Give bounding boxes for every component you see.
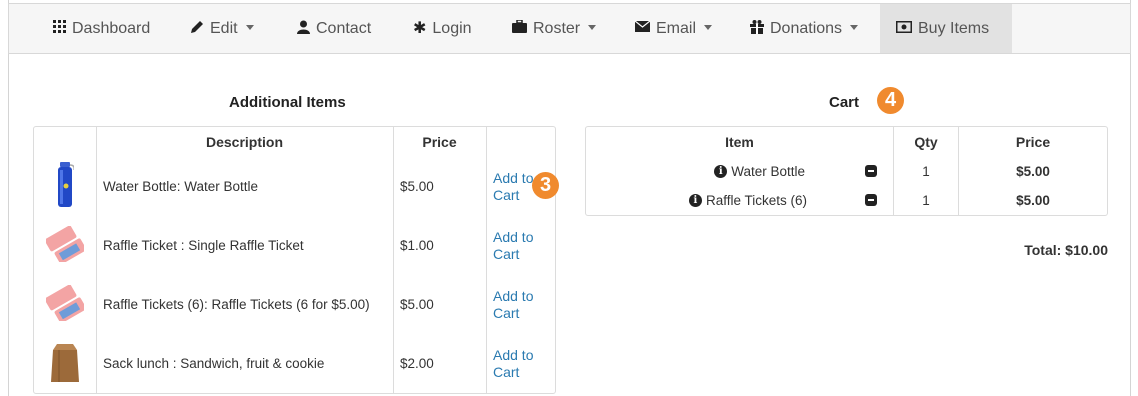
item-price: $1.00	[393, 216, 486, 275]
cart-item-name: Water Bottle	[731, 164, 805, 179]
item-description: Raffle Tickets (6): Raffle Tickets (6 fo…	[96, 275, 393, 334]
nav-email[interactable]: Email	[635, 4, 713, 53]
cart-header-row: Item Qty Price	[586, 127, 1107, 157]
cart-item-cell: i Raffle Tickets (6)	[586, 186, 893, 215]
chevron-down-icon	[245, 25, 254, 31]
grid-icon	[53, 20, 66, 34]
chevron-down-icon	[850, 25, 859, 31]
cart-row: i Raffle Tickets (6) 1 $5.00	[586, 186, 1107, 215]
raffle-ticket-image	[34, 216, 96, 275]
cart-row: i Water Bottle 1 $5.00	[586, 157, 1107, 186]
table-row: Water Bottle: Water Bottle $5.00 Add to …	[34, 157, 555, 216]
pencil-icon	[191, 20, 203, 33]
item-description: Raffle Ticket : Single Raffle Ticket	[96, 216, 393, 275]
remove-item-button[interactable]	[865, 165, 877, 178]
table-row: Raffle Tickets (6): Raffle Tickets (6 fo…	[34, 275, 555, 334]
additional-items-table: Description Price Water Bottle: Water Bo…	[33, 126, 556, 394]
image-header	[34, 127, 96, 157]
cart-title: Cart	[829, 94, 860, 111]
nav-login-label: Login	[432, 20, 472, 37]
chevron-down-icon	[704, 25, 713, 31]
nav-email-label: Email	[656, 20, 697, 37]
item-description: Sack lunch : Sandwich, fruit & cookie	[96, 334, 393, 393]
nav-buy-items-label: Buy Items	[918, 20, 990, 37]
add-to-cart-link[interactable]: Add to Cart	[493, 347, 548, 381]
table-row: Sack lunch : Sandwich, fruit & cookie $2…	[34, 334, 555, 393]
add-to-cart-cell: Add to Cart	[486, 216, 555, 275]
cart-item-name: Raffle Tickets (6)	[705, 193, 807, 208]
cart-item-price: $5.00	[958, 157, 1107, 186]
sack-lunch-image	[34, 334, 96, 393]
nav-login[interactable]: ✱ Login	[413, 4, 472, 53]
cart-table: Item Qty Price i Water Bottle 1 $5.00 i Ra…	[585, 126, 1108, 216]
nav-donations[interactable]: Donations	[750, 4, 859, 53]
top-navbar: Dashboard Edit Contact ✱ Login Roster Ema…	[8, 3, 1131, 54]
action-header	[486, 127, 555, 157]
remove-item-button[interactable]	[865, 194, 877, 207]
nav-edit-label: Edit	[210, 20, 238, 37]
info-icon[interactable]: i	[714, 164, 728, 178]
nav-roster[interactable]: Roster	[512, 4, 597, 53]
asterisk-icon: ✱	[413, 20, 427, 38]
nav-edit[interactable]: Edit	[190, 4, 254, 53]
nav-dashboard[interactable]: Dashboard	[53, 4, 150, 53]
item-price: $2.00	[393, 334, 486, 393]
nav-dashboard-label: Dashboard	[72, 20, 151, 37]
item-price: $5.00	[393, 275, 486, 334]
envelope-icon	[635, 21, 650, 33]
add-to-cart-link[interactable]: Add to Cart	[493, 229, 548, 263]
description-header: Description	[96, 127, 393, 157]
table-row: Raffle Ticket : Single Raffle Ticket $1.…	[34, 216, 555, 275]
table-header-row: Description Price	[34, 127, 555, 157]
nav-buy-items[interactable]: Buy Items	[880, 4, 1012, 53]
info-icon[interactable]: i	[688, 193, 702, 207]
nav-contact-label: Contact	[316, 20, 372, 37]
item-price: $5.00	[393, 157, 486, 216]
gift-icon	[750, 19, 764, 34]
briefcase-icon	[512, 20, 527, 34]
nav-donations-label: Donations	[770, 20, 843, 37]
cart-item-price: $5.00	[958, 186, 1107, 215]
nav-contact[interactable]: Contact	[297, 4, 371, 53]
cart-item-qty: 1	[893, 157, 958, 186]
price-header: Price	[393, 127, 486, 157]
add-to-cart-link[interactable]: Add to Cart	[493, 288, 548, 322]
additional-items-title: Additional Items	[229, 94, 346, 111]
item-header: Item	[725, 134, 754, 150]
cart-item-cell: i Water Bottle	[586, 157, 893, 186]
step-badge-4: 4	[877, 87, 904, 114]
cart-total: Total: $10.00	[1024, 242, 1108, 258]
money-icon	[896, 20, 912, 33]
raffle-tickets-image	[34, 275, 96, 334]
cart-item-qty: 1	[893, 186, 958, 215]
add-to-cart-cell: Add to Cart	[486, 275, 555, 334]
price-header: Price	[958, 127, 1107, 157]
item-description: Water Bottle: Water Bottle	[96, 157, 393, 216]
step-badge-3: 3	[532, 172, 559, 199]
nav-roster-label: Roster	[533, 20, 581, 37]
user-icon	[297, 20, 310, 34]
add-to-cart-cell: Add to Cart	[486, 334, 555, 393]
qty-header: Qty	[893, 127, 958, 157]
chevron-down-icon	[588, 25, 597, 31]
water-bottle-image	[34, 157, 96, 216]
